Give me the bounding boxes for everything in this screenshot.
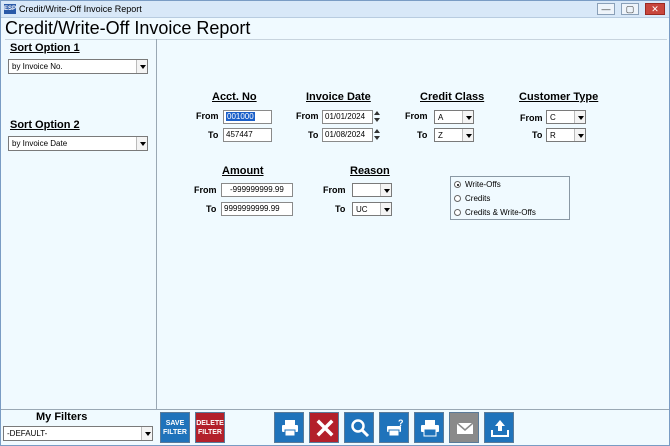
radio-selected-icon[interactable]	[454, 181, 461, 188]
app-icon: ESP	[4, 4, 17, 14]
cancel-icon	[316, 419, 334, 437]
amount-from-label: From	[194, 185, 217, 195]
acct-no-from-field[interactable]: 001000	[223, 110, 272, 124]
report-window: ESP Credit/Write-Off Invoice Report — ▢ …	[0, 0, 670, 446]
customer-type-from-select[interactable]: C	[546, 110, 586, 124]
email-button[interactable]	[449, 412, 479, 443]
invoice-date-to-label: To	[308, 130, 319, 140]
radio-write-offs[interactable]: Write-Offs	[454, 179, 501, 191]
search-button[interactable]	[344, 412, 374, 443]
delete-filter-button[interactable]: DELETE FILTER	[195, 412, 225, 443]
date-spinner-icon[interactable]	[373, 110, 381, 124]
chevron-down-icon[interactable]	[462, 111, 473, 123]
chevron-down-icon[interactable]	[380, 203, 391, 215]
my-filters-label: My Filters	[36, 411, 88, 423]
chevron-down-icon[interactable]	[380, 184, 391, 196]
save-filter-button[interactable]: SAVE FILTER	[160, 412, 190, 443]
minimize-button[interactable]: —	[597, 3, 615, 15]
svg-text:?: ?	[398, 418, 404, 428]
window-title: Credit/Write-Off Invoice Report	[19, 4, 142, 14]
acct-no-to-field[interactable]: 457447	[223, 128, 272, 142]
title-bar: ESP Credit/Write-Off Invoice Report — ▢ …	[1, 1, 669, 18]
chevron-down-icon[interactable]	[574, 111, 585, 123]
page-title: Credit/Write-Off Invoice Report	[5, 18, 251, 38]
chevron-down-icon[interactable]	[136, 60, 147, 73]
date-spinner-icon[interactable]	[373, 128, 381, 142]
search-icon	[351, 419, 370, 438]
reason-to-label: To	[335, 204, 346, 214]
customer-type-to-select[interactable]: R	[546, 128, 586, 142]
credit-class-to-select[interactable]: Z	[434, 128, 474, 142]
acct-no-heading: Acct. No	[212, 91, 257, 103]
credit-class-from-label: From	[405, 111, 428, 121]
credit-class-to-label: To	[417, 130, 428, 140]
radio-unselected-icon[interactable]	[454, 209, 461, 216]
sort-option-2-select[interactable]: by Invoice Date	[8, 136, 148, 151]
export-button[interactable]	[484, 412, 514, 443]
amount-to-field[interactable]: 9999999999.99	[221, 202, 293, 216]
sort-option-1-value: by Invoice No.	[12, 62, 63, 71]
invoice-type-radio-group: Write-Offs Credits Credits & Write-Offs	[450, 176, 570, 220]
amount-heading: Amount	[222, 165, 264, 177]
customer-type-heading: Customer Type	[519, 91, 599, 103]
invoice-date-heading: Invoice Date	[306, 91, 371, 103]
email-icon	[456, 422, 474, 434]
credit-class-from-select[interactable]: A	[434, 110, 474, 124]
print-preview-button[interactable]	[414, 412, 444, 443]
amount-to-label: To	[206, 204, 217, 214]
acct-no-to-label: To	[208, 130, 219, 140]
reason-to-select[interactable]: UC	[352, 202, 392, 216]
header-divider	[5, 39, 667, 40]
close-button[interactable]: ✕	[645, 3, 665, 15]
customer-type-to-label: To	[532, 130, 543, 140]
acct-no-from-label: From	[196, 111, 219, 121]
cancel-button[interactable]	[309, 412, 339, 443]
export-icon	[491, 420, 509, 437]
restore-button[interactable]: ▢	[621, 3, 639, 15]
radio-credits-and-write-offs[interactable]: Credits & Write-Offs	[454, 207, 536, 219]
print-icon	[282, 420, 298, 437]
chevron-down-icon[interactable]	[574, 129, 585, 141]
amount-from-field[interactable]: -999999999.99	[221, 183, 293, 197]
credit-class-heading: Credit Class	[420, 91, 485, 103]
sidebar-divider	[156, 39, 157, 409]
invoice-date-from-label: From	[296, 111, 319, 121]
print-help-icon: ?	[387, 418, 404, 437]
chevron-down-icon[interactable]	[136, 137, 147, 150]
chevron-down-icon[interactable]	[141, 427, 152, 440]
customer-type-from-label: From	[520, 113, 543, 123]
print-help-button[interactable]: ?	[379, 412, 409, 443]
sort-option-2-label: Sort Option 2	[10, 119, 80, 131]
radio-unselected-icon[interactable]	[454, 195, 461, 202]
invoice-date-from-field[interactable]: 01/01/2024	[322, 110, 373, 124]
sort-option-1-label: Sort Option 1	[10, 42, 80, 54]
print-button[interactable]	[274, 412, 304, 443]
invoice-date-to-field[interactable]: 01/08/2024	[322, 128, 373, 142]
reason-from-select[interactable]	[352, 183, 392, 197]
reason-from-label: From	[323, 185, 346, 195]
reason-heading: Reason	[350, 165, 390, 177]
sort-option-1-select[interactable]: by Invoice No.	[8, 59, 148, 74]
sort-option-2-value: by Invoice Date	[12, 139, 68, 148]
chevron-down-icon[interactable]	[462, 129, 473, 141]
radio-credits[interactable]: Credits	[454, 193, 490, 205]
my-filters-select[interactable]: -DEFAULT-	[3, 426, 153, 441]
print-preview-icon	[421, 420, 439, 437]
